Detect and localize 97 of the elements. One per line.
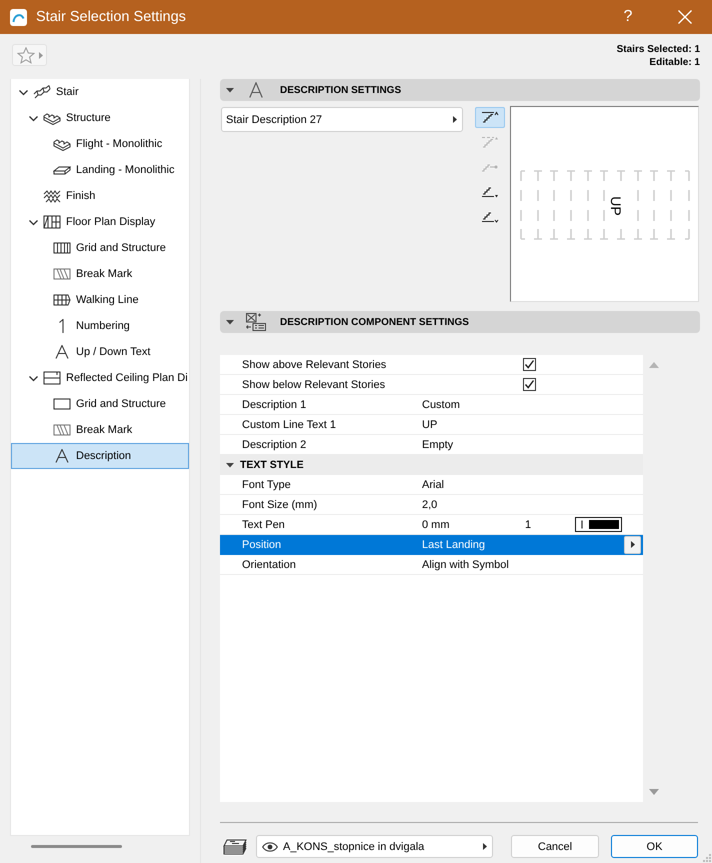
- section-header[interactable]: DESCRIPTION SETTINGS: [220, 79, 700, 101]
- property-row[interactable]: Custom Line Text 1 UP: [220, 415, 643, 435]
- property-value: 2,0: [422, 498, 438, 510]
- property-value: UP: [422, 418, 438, 430]
- property-row[interactable]: Show above Relevant Stories: [220, 355, 643, 375]
- arc-logo-icon: [10, 8, 27, 26]
- tree-item[interactable]: Grid and Structure: [11, 391, 189, 417]
- tree-item[interactable]: Reflected Ceiling Plan Di: [11, 365, 189, 391]
- preset-dropdown[interactable]: Stair Description 27: [221, 107, 463, 132]
- property-label: Font Type: [242, 478, 291, 490]
- selection-info: Stairs Selected: 1: [616, 43, 700, 56]
- property-row[interactable]: Font Type Arial: [220, 475, 643, 495]
- selection-info: Editable: 1: [649, 56, 700, 69]
- letter-a-icon: [53, 449, 71, 463]
- property-row[interactable]: Position Last Landing: [220, 535, 643, 555]
- pen-number: 1: [525, 518, 532, 530]
- property-value: Align with Symbol: [422, 558, 509, 570]
- chevron-icon[interactable]: [28, 374, 38, 382]
- property-label: Orientation: [242, 558, 296, 570]
- chevron-icon[interactable]: [28, 114, 38, 122]
- stair-block-icon: [53, 137, 71, 151]
- property-label: Font Size (mm): [242, 498, 318, 510]
- tree-item[interactable]: Break Mark: [11, 417, 189, 443]
- layer-dropdown[interactable]: A_KONS_stopnice in dvigala: [256, 835, 493, 858]
- walking-line-icon: [53, 293, 71, 307]
- checkbox[interactable]: [523, 378, 536, 391]
- letter-a-icon: [53, 345, 71, 359]
- letter-a-icon: [249, 82, 263, 98]
- tree-item[interactable]: Description: [11, 443, 189, 469]
- property-label: Custom Line Text 1: [242, 418, 336, 430]
- tree-item[interactable]: Structure: [11, 105, 189, 131]
- stair-symbol-icon: [481, 111, 499, 124]
- eye-icon: [262, 842, 278, 852]
- scrollbar-thumb[interactable]: [31, 845, 122, 848]
- property-value: Arial: [422, 478, 444, 490]
- zigzag-stair-icon: [43, 189, 61, 203]
- tree-item[interactable]: Flight - Monolithic: [11, 131, 189, 157]
- chevron-icon[interactable]: [28, 218, 38, 226]
- plan-grid-icon: [43, 215, 61, 229]
- star-icon: [17, 46, 35, 64]
- layer-stack-icon: [223, 838, 247, 854]
- property-row[interactable]: Font Size (mm) 2,0: [220, 495, 643, 515]
- property-value: Custom: [422, 398, 460, 410]
- property-value: Empty: [422, 438, 454, 450]
- tree-item[interactable]: Landing - Monolithic: [11, 157, 189, 183]
- stair-symbol-icon: [481, 186, 499, 199]
- tree-item[interactable]: Break Mark: [11, 261, 189, 287]
- stair-symbol-icon: [481, 136, 499, 149]
- tree-item[interactable]: Floor Plan Display: [11, 209, 189, 235]
- caret-icon: [630, 541, 634, 548]
- property-value: 0 mm: [422, 518, 450, 530]
- tree-item[interactable]: Walking Line: [11, 287, 189, 313]
- dialog-button[interactable]: OK: [611, 835, 698, 858]
- property-value: Last Landing: [422, 538, 485, 550]
- group-header[interactable]: TEXT STYLE: [220, 455, 643, 475]
- ceiling-plan-icon: [43, 371, 61, 385]
- dialog-button[interactable]: Cancel: [511, 835, 599, 858]
- property-label: Text Pen: [242, 518, 285, 530]
- triangle-icon[interactable]: [226, 86, 234, 94]
- triangle-icon[interactable]: [226, 461, 234, 469]
- favorites-button[interactable]: [12, 44, 47, 66]
- break-mark-icon: [53, 267, 71, 281]
- property-row[interactable]: Orientation Align with Symbol: [220, 555, 643, 575]
- triangle-icon[interactable]: [226, 318, 234, 326]
- tree-item[interactable]: Finish: [11, 183, 189, 209]
- property-row[interactable]: Show below Relevant Stories: [220, 375, 643, 395]
- stair-symbol-icon: [481, 211, 499, 224]
- help-button[interactable]: ?: [605, 0, 651, 34]
- property-row[interactable]: Description 1 Custom: [220, 395, 643, 415]
- property-label: Description 1: [242, 398, 306, 410]
- stair-icon: [33, 85, 51, 99]
- checkbox[interactable]: [523, 358, 536, 371]
- property-label: Show above Relevant Stories: [242, 358, 386, 370]
- tree-item[interactable]: Numbering: [11, 313, 189, 339]
- property-label: Show below Relevant Stories: [242, 378, 386, 390]
- tree-item[interactable]: Up / Down Text: [11, 339, 189, 365]
- break-mark-icon: [53, 423, 71, 437]
- close-icon: [678, 10, 692, 24]
- dropdown-button[interactable]: [624, 536, 641, 554]
- tree-item[interactable]: Stair: [11, 79, 189, 105]
- section-header[interactable]: DESCRIPTION COMPONENT SETTINGS: [220, 311, 700, 333]
- component-settings-icon: [246, 313, 266, 331]
- numeral-icon: [59, 319, 64, 333]
- property-label: Description 2: [242, 438, 306, 450]
- caret-icon: [39, 52, 43, 58]
- preview-label: UP: [609, 196, 623, 216]
- tree-item[interactable]: Grid and Structure: [11, 235, 189, 261]
- resize-grip-icon[interactable]: [703, 854, 711, 862]
- stair-block-icon: [43, 111, 61, 125]
- outline-frame-icon: [53, 397, 71, 411]
- style-button[interactable]: [475, 107, 505, 128]
- property-label: Position: [242, 538, 282, 550]
- caret-icon: [453, 116, 457, 123]
- grid-icon: [53, 241, 71, 255]
- chevron-icon[interactable]: [18, 88, 28, 96]
- window-title: Stair Selection Settings: [36, 9, 186, 25]
- caret-icon: [483, 843, 487, 850]
